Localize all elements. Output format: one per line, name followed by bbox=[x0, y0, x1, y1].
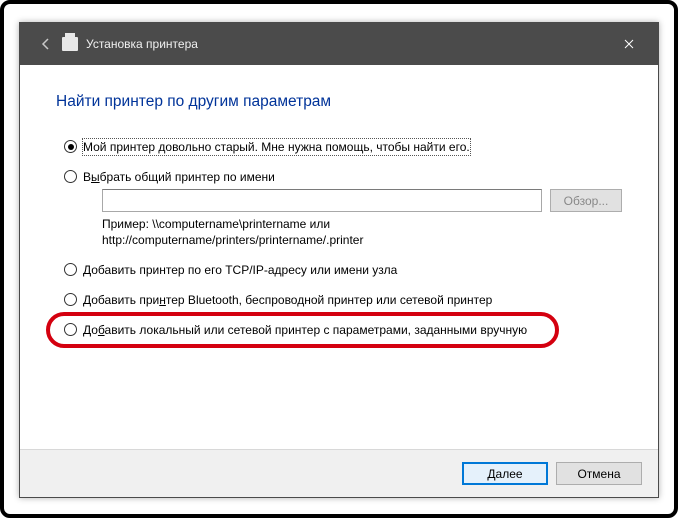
dialog-footer: Далее Отмена bbox=[20, 449, 658, 497]
page-heading: Найти принтер по другим параметрам bbox=[56, 93, 622, 111]
dialog-window: Установка принтера Найти принтер по друг… bbox=[19, 22, 659, 498]
radio-icon bbox=[64, 323, 77, 336]
radio-icon bbox=[64, 263, 77, 276]
options-group: Мой принтер довольно старый. Мне нужна п… bbox=[56, 139, 622, 339]
radio-icon bbox=[64, 293, 77, 306]
back-arrow-icon[interactable] bbox=[34, 32, 58, 56]
radio-icon bbox=[64, 170, 77, 183]
option-label: Мой принтер довольно старый. Мне нужна п… bbox=[83, 139, 470, 155]
close-icon bbox=[624, 39, 634, 49]
option-label: Добавить принтер по его TCP/IP-адресу ил… bbox=[83, 262, 397, 278]
option-manual[interactable]: Добавить локальный или сетевой принтер с… bbox=[64, 322, 527, 338]
next-button[interactable]: Далее bbox=[462, 462, 548, 485]
option-label: Добавить локальный или сетевой принтер с… bbox=[83, 322, 527, 338]
browse-button: Обзор... bbox=[550, 189, 622, 212]
option-old-printer[interactable]: Мой принтер довольно старый. Мне нужна п… bbox=[64, 139, 622, 155]
option-label: Выбрать общий принтер по имени bbox=[83, 169, 275, 185]
example-text: Пример: \\computername\printername или h… bbox=[102, 216, 622, 248]
option-label: Добавить принтер Bluetooth, беспроводной… bbox=[83, 292, 492, 308]
window-title: Установка принтера bbox=[86, 37, 198, 51]
titlebar: Установка принтера bbox=[20, 23, 658, 65]
option-tcpip[interactable]: Добавить принтер по его TCP/IP-адресу ил… bbox=[64, 262, 622, 278]
close-button[interactable] bbox=[608, 29, 650, 59]
option-bluetooth[interactable]: Добавить принтер Bluetooth, беспроводной… bbox=[64, 292, 622, 308]
shared-printer-input[interactable] bbox=[102, 189, 542, 212]
radio-icon bbox=[64, 140, 77, 153]
shared-input-row: Обзор... bbox=[102, 189, 622, 212]
cancel-button[interactable]: Отмена bbox=[556, 462, 642, 485]
content-area: Найти принтер по другим параметрам Мой п… bbox=[20, 65, 658, 339]
option-shared-printer[interactable]: Выбрать общий принтер по имени bbox=[64, 169, 622, 185]
printer-icon bbox=[62, 37, 78, 51]
